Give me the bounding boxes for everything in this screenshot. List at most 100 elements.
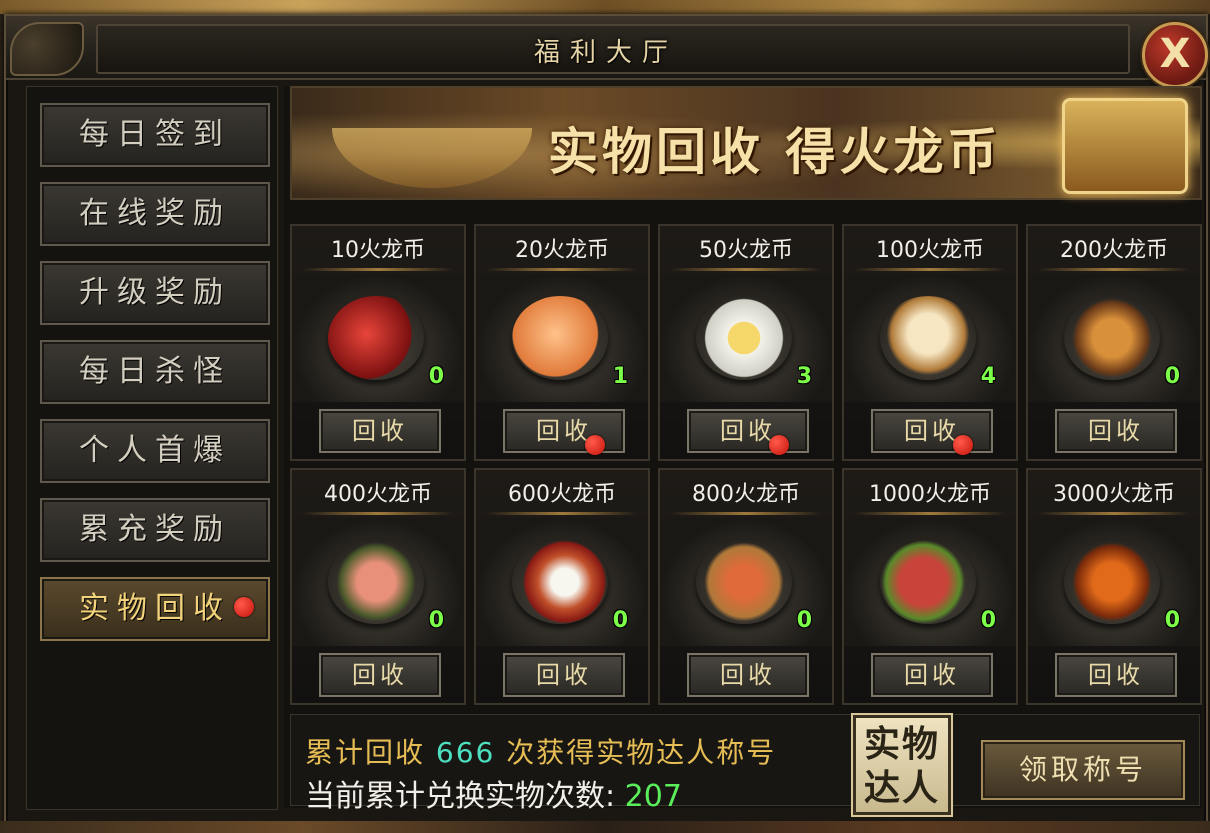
- window-title: 福利大厅: [533, 38, 678, 68]
- recycle-button-label: 回收: [904, 661, 960, 689]
- card-divider: [486, 512, 638, 515]
- cherries-icon: [328, 296, 424, 380]
- curry-rice-icon: [512, 540, 608, 624]
- card-price: 800火龙币: [692, 482, 800, 507]
- card-divider: [854, 512, 1006, 515]
- current-exchange-count: 当前累计兑换实物次数: 207: [305, 771, 682, 815]
- card-divider: [1038, 512, 1190, 515]
- reward-card: 20火龙币 1 回收: [474, 224, 650, 461]
- recycle-button[interactable]: 回收: [1055, 653, 1177, 697]
- recycle-button[interactable]: 回收: [871, 653, 993, 697]
- reward-card: 100火龙币 4 回收: [842, 224, 1018, 461]
- reward-card: 400火龙币 0 回收: [290, 468, 466, 705]
- titlebar: 福利大厅: [6, 16, 1206, 80]
- achievement-requirement: 累计回收 666 次获得实物达人称号: [305, 731, 776, 771]
- card-count: 0: [428, 364, 444, 389]
- sidebar: 每日签到 在线奖励 升级奖励 每日杀怪 个人首爆 累充奖励 实物回收: [26, 86, 278, 810]
- card-count: 0: [1164, 608, 1180, 633]
- steak-icon: [880, 540, 976, 624]
- card-divider: [854, 268, 1006, 271]
- notification-dot-icon: [234, 597, 254, 617]
- close-button[interactable]: X: [1142, 22, 1208, 88]
- recycle-button-label: 回收: [352, 661, 408, 689]
- sidebar-item-personal-first-drop[interactable]: 个人首爆: [40, 419, 270, 483]
- card-price: 3000火龙币: [1053, 482, 1175, 507]
- notification-dot-icon: [769, 435, 789, 455]
- recycle-button-label: 回收: [720, 661, 776, 689]
- card-price: 100火龙币: [876, 238, 984, 263]
- card-price: 50火龙币: [699, 238, 793, 263]
- card-divider: [302, 512, 454, 515]
- recycle-button-label: 回收: [1088, 417, 1144, 445]
- sidebar-item-daily-checkin[interactable]: 每日签到: [40, 103, 270, 167]
- sidebar-item-recharge-reward[interactable]: 累充奖励: [40, 498, 270, 562]
- recycle-button[interactable]: 回收: [687, 409, 809, 455]
- exchange-count-value: 207: [624, 779, 682, 814]
- recycle-button[interactable]: 回收: [319, 409, 441, 453]
- recycle-button-label: 回收: [904, 417, 960, 445]
- claim-title-button[interactable]: 领取称号: [981, 740, 1185, 800]
- requirement-count: 666: [435, 736, 496, 769]
- card-count: 0: [1164, 364, 1180, 389]
- recycle-button-label: 回收: [536, 661, 592, 689]
- recycle-button[interactable]: 回收: [1055, 409, 1177, 453]
- title-badge: 实物达人: [853, 715, 951, 815]
- sidebar-item-label: 实物回收: [79, 591, 231, 626]
- reward-card: 800火龙币 0 回收: [658, 468, 834, 705]
- omelette-plate-icon: [696, 296, 792, 380]
- background-top-strip: [0, 0, 1210, 14]
- recycle-button-label: 回收: [720, 417, 776, 445]
- card-divider: [302, 268, 454, 271]
- card-divider: [1038, 268, 1190, 271]
- burger-cola-icon: [1064, 296, 1160, 380]
- reward-card: 600火龙币 0 回收: [474, 468, 650, 705]
- recycle-button[interactable]: 回收: [871, 409, 993, 455]
- recycle-button[interactable]: 回收: [503, 653, 625, 697]
- notification-dot-icon: [585, 435, 605, 455]
- sidebar-item-online-reward[interactable]: 在线奖励: [40, 182, 270, 246]
- card-divider: [670, 268, 822, 271]
- recycle-button[interactable]: 回收: [687, 653, 809, 697]
- card-count: 0: [428, 608, 444, 633]
- recycle-button-label: 回收: [352, 417, 408, 445]
- card-price: 600火龙币: [508, 482, 616, 507]
- lobster-icon: [1064, 540, 1160, 624]
- recycle-button-label: 回收: [536, 417, 592, 445]
- sidebar-item-daily-kill[interactable]: 每日杀怪: [40, 340, 270, 404]
- banner-title: 实物回收 得火龙币: [548, 122, 1002, 181]
- card-count: 4: [980, 364, 996, 389]
- notification-dot-icon: [953, 435, 973, 455]
- card-price: 1000火龙币: [869, 482, 991, 507]
- recycle-button-label: 回收: [1088, 661, 1144, 689]
- sidebar-item-level-reward[interactable]: 升级奖励: [40, 261, 270, 325]
- recycle-button[interactable]: 回收: [503, 409, 625, 455]
- gold-bowl-icon: [332, 128, 532, 188]
- card-divider: [670, 512, 822, 515]
- recycle-button[interactable]: 回收: [319, 653, 441, 697]
- footer: 累计回收 666 次获得实物达人称号 当前累计兑换实物次数: 207 实物达人 …: [290, 714, 1200, 815]
- welfare-hall-window: 福利大厅 X 每日签到 在线奖励 升级奖励 每日杀怪 个人首爆 累充奖励 实物回…: [4, 14, 1208, 826]
- background-bottom-strip: [0, 821, 1210, 833]
- exchange-count-label: 当前累计兑换实物次数:: [305, 779, 616, 814]
- requirement-suffix: 次获得实物达人称号: [506, 736, 777, 769]
- reward-card: 3000火龙币 0 回收: [1026, 468, 1202, 705]
- reward-card: 50火龙币 3 回收: [658, 224, 834, 461]
- recycle-panel: 实物回收 得火龙币 10火龙币 0 回收 20火龙币 1 回收 50火龙币 3 回收 100火龙币…: [284, 86, 1202, 815]
- card-count: 3: [796, 364, 812, 389]
- steamed-buns-icon: [880, 296, 976, 380]
- card-price: 200火龙币: [1060, 238, 1168, 263]
- pork-can-icon: [328, 540, 424, 624]
- peaches-icon: [512, 296, 608, 380]
- treasure-chest-icon: [1062, 98, 1188, 194]
- card-price: 400火龙币: [324, 482, 432, 507]
- sidebar-item-item-recycle[interactable]: 实物回收: [40, 577, 270, 641]
- reward-card: 200火龙币 0 回收: [1026, 224, 1202, 461]
- card-count: 0: [796, 608, 812, 633]
- card-count: 0: [612, 608, 628, 633]
- card-price: 20火龙币: [515, 238, 609, 263]
- hot-pot-icon: [696, 540, 792, 624]
- card-count: 1: [612, 364, 628, 389]
- card-count: 0: [980, 608, 996, 633]
- reward-card: 1000火龙币 0 回收: [842, 468, 1018, 705]
- card-divider: [486, 268, 638, 271]
